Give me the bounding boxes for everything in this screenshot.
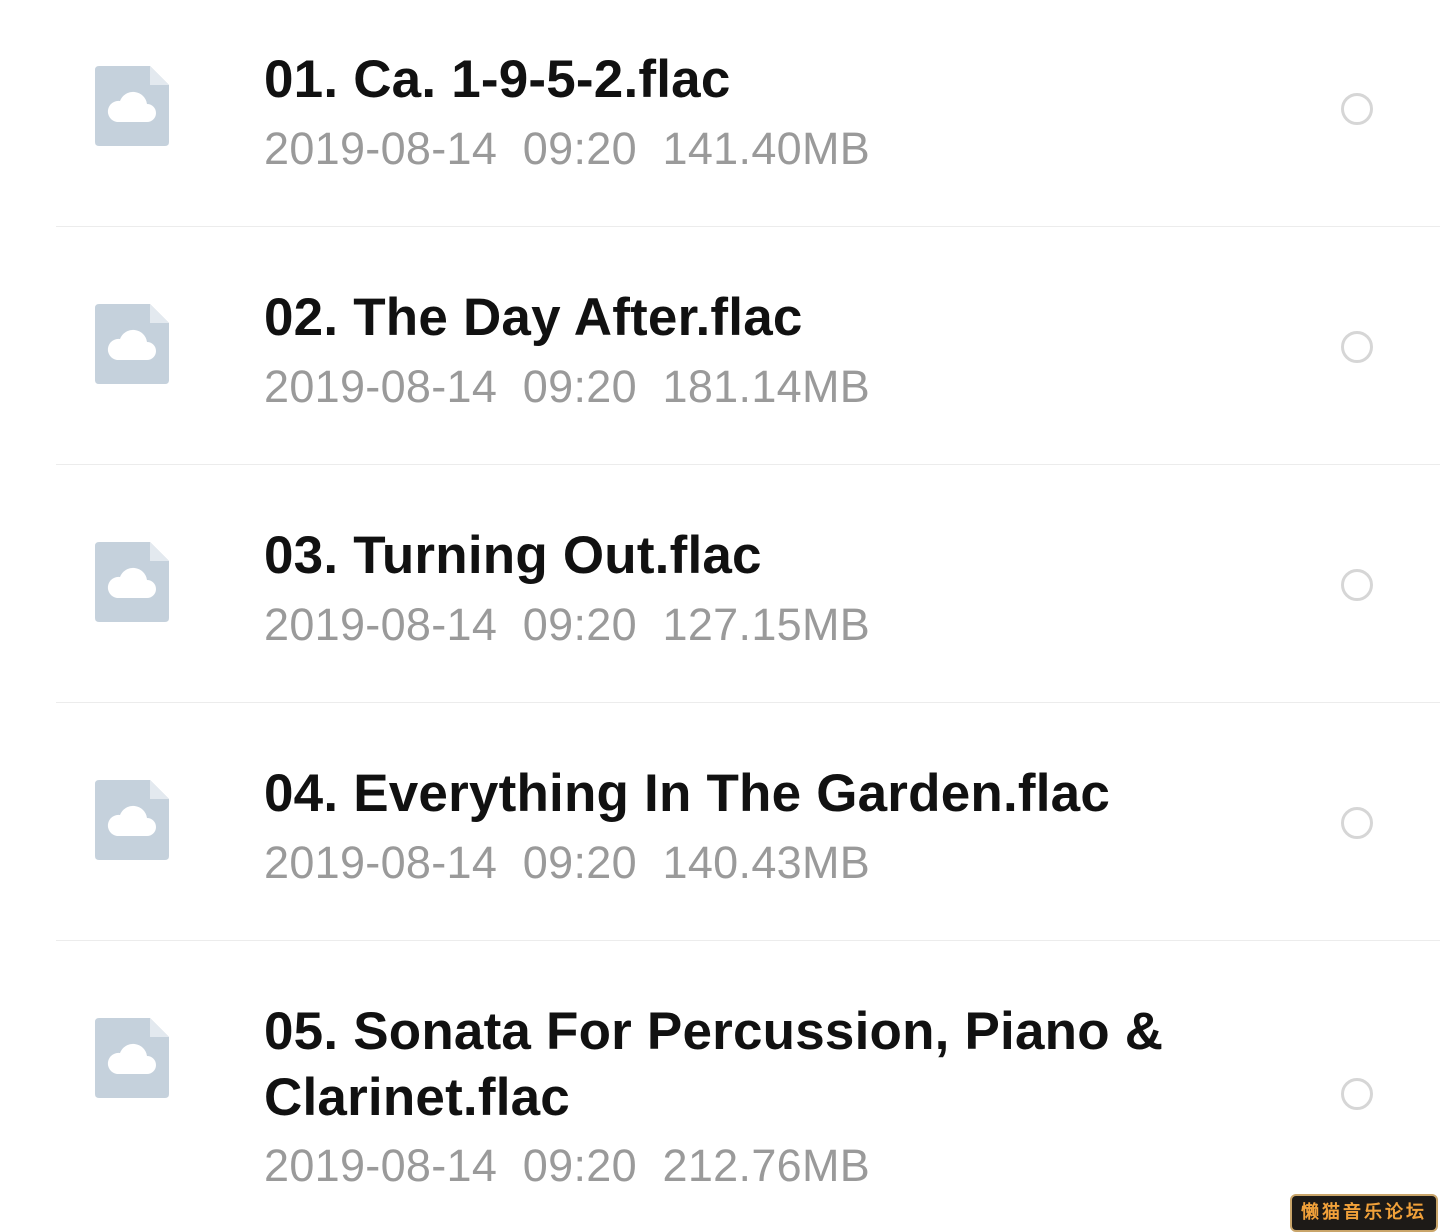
file-name: 02. The Day After.flac bbox=[264, 288, 803, 347]
select-radio[interactable] bbox=[1341, 93, 1373, 125]
file-time: 09:20 bbox=[522, 837, 637, 888]
cloud-file-icon bbox=[95, 780, 169, 860]
file-name: 04. Everything In The Garden.flac bbox=[264, 764, 1111, 823]
file-time: 09:20 bbox=[522, 599, 637, 650]
file-date: 2019-08-14 bbox=[264, 1140, 498, 1191]
cloud-file-icon bbox=[95, 66, 169, 146]
file-time: 09:20 bbox=[522, 1140, 637, 1191]
file-size: 212.76MB bbox=[662, 1140, 871, 1191]
file-date: 2019-08-14 bbox=[264, 837, 498, 888]
select-radio[interactable] bbox=[1341, 331, 1373, 363]
forum-watermark: 懒猫音乐论坛 bbox=[1290, 1194, 1438, 1232]
file-name: 01. Ca. 1-9-5-2.flac bbox=[264, 50, 731, 109]
file-row[interactable]: 01. Ca. 1-9-5-2.flac 2019-08-14 09:20 14… bbox=[0, 0, 1440, 227]
file-list: 01. Ca. 1-9-5-2.flac 2019-08-14 09:20 14… bbox=[0, 0, 1440, 1232]
file-meta: 2019-08-14 09:20 127.15MB bbox=[264, 599, 870, 651]
file-row[interactable]: 02. The Day After.flac 2019-08-14 09:20 … bbox=[0, 227, 1440, 465]
file-size: 141.40MB bbox=[662, 123, 871, 174]
select-radio[interactable] bbox=[1341, 1078, 1373, 1110]
file-time: 09:20 bbox=[522, 361, 637, 412]
file-date: 2019-08-14 bbox=[264, 123, 498, 174]
file-size: 127.15MB bbox=[662, 599, 871, 650]
file-meta: 2019-08-14 09:20 212.76MB bbox=[264, 1140, 870, 1192]
file-time: 09:20 bbox=[522, 123, 637, 174]
select-radio[interactable] bbox=[1341, 807, 1373, 839]
file-name: 05. Sonata For Percussion, Piano & Clari… bbox=[264, 1002, 1164, 1127]
file-date: 2019-08-14 bbox=[264, 361, 498, 412]
cloud-file-icon bbox=[95, 542, 169, 622]
file-meta: 2019-08-14 09:20 141.40MB bbox=[264, 123, 870, 175]
file-size: 140.43MB bbox=[662, 837, 871, 888]
file-name: 03. Turning Out.flac bbox=[264, 526, 762, 585]
file-row[interactable]: 04. Everything In The Garden.flac 2019-0… bbox=[0, 703, 1440, 941]
file-row[interactable]: 05. Sonata For Percussion, Piano & Clari… bbox=[0, 941, 1440, 1232]
file-meta: 2019-08-14 09:20 140.43MB bbox=[264, 837, 870, 889]
file-meta: 2019-08-14 09:20 181.14MB bbox=[264, 361, 870, 413]
file-date: 2019-08-14 bbox=[264, 599, 498, 650]
file-size: 181.14MB bbox=[662, 361, 871, 412]
cloud-file-icon bbox=[95, 304, 169, 384]
file-row[interactable]: 03. Turning Out.flac 2019-08-14 09:20 12… bbox=[0, 465, 1440, 703]
cloud-file-icon bbox=[95, 1018, 169, 1098]
select-radio[interactable] bbox=[1341, 569, 1373, 601]
